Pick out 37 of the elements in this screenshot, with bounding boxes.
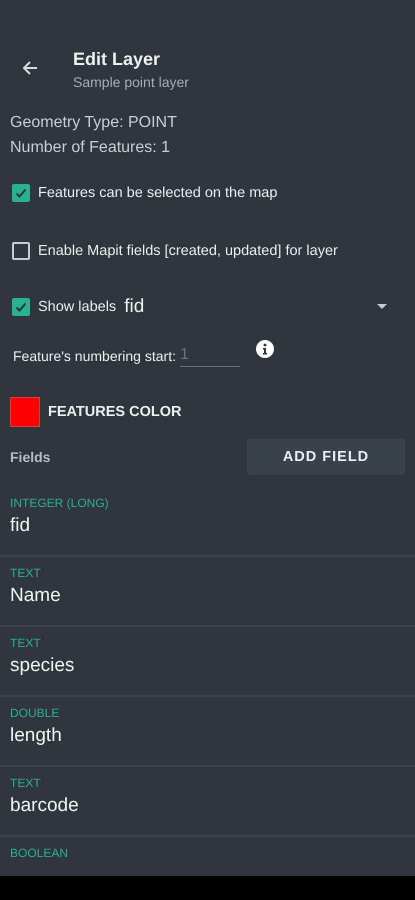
label-field-dropdown[interactable]: fid	[124, 296, 403, 318]
field-name: barcode	[10, 794, 80, 818]
info-text: Geometry Type: POINT	[10, 113, 178, 133]
fields-heading: Fields	[10, 449, 50, 465]
field-type: TEXT	[10, 635, 42, 651]
check-icon	[14, 300, 28, 314]
field-list-item[interactable]: TEXT species	[0, 627, 415, 697]
check-icon	[14, 186, 28, 200]
dropdown-caret-icon	[377, 304, 387, 310]
field-list-item[interactable]: TEXT Name	[0, 557, 415, 627]
field-name: Name	[10, 584, 62, 608]
field-list-item[interactable]: INTEGER (LONG) fid	[0, 487, 415, 557]
checkbox-label: Features can be selected on the map	[38, 185, 278, 201]
field-type: TEXT	[10, 565, 42, 581]
features-color-button[interactable]: FEATURES COLOR	[48, 404, 182, 420]
field-type: TEXT	[10, 775, 42, 791]
info-icon[interactable]	[256, 340, 274, 358]
field-type: INTEGER (LONG)	[10, 495, 110, 511]
field-list-item[interactable]: DOUBLE length	[0, 697, 415, 767]
add-field-button[interactable]: ADD FIELD	[247, 439, 405, 475]
numbering-label: Feature's numbering start:	[13, 348, 176, 364]
checkbox[interactable]	[12, 298, 30, 316]
field-list-item[interactable]: TEXT barcode	[0, 767, 415, 837]
numbering-input-field[interactable]: 1	[180, 344, 240, 367]
checkbox[interactable]	[12, 184, 30, 202]
checkbox-label: Enable Mapit fields [created, updated] for layer	[38, 243, 338, 259]
checkbox[interactable]	[12, 242, 30, 260]
field-name: species	[10, 654, 76, 678]
info-text: Number of Features: 1	[10, 138, 172, 158]
color-swatch[interactable]	[10, 397, 40, 427]
field-type: BOOLEAN	[10, 845, 70, 861]
page-subtitle: Sample point layer	[73, 73, 189, 92]
field-type: DOUBLE	[10, 705, 60, 721]
page-title: Edit Layer	[73, 48, 162, 71]
field-name: fid	[10, 514, 32, 538]
checkbox-label: Show labels	[38, 299, 116, 315]
field-name: length	[10, 724, 63, 748]
